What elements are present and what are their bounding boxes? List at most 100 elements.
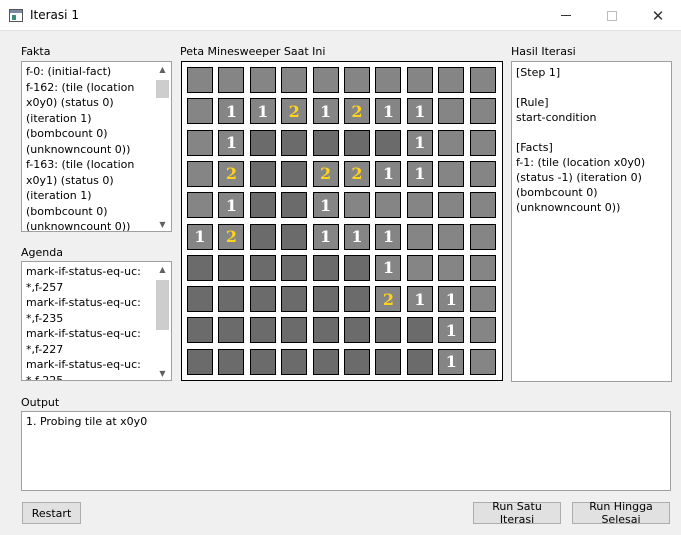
tile [249,160,276,187]
tile: 1 [312,223,339,250]
tile [281,67,308,93]
list-item: (unknowncount 0)) [26,142,131,156]
fakta-label: Fakta [21,45,51,58]
tile [249,317,276,344]
list-item [516,80,667,95]
tile [281,254,308,281]
tile: 1 [187,223,213,250]
tile: 2 [312,160,339,187]
tile: 1 [406,98,433,125]
minimize-button[interactable] [543,0,589,31]
tile: 2 [344,160,370,187]
minimize-icon [561,15,571,16]
tile [438,223,465,250]
tile: 1 [406,129,433,156]
maximize-icon [607,10,617,21]
tile [375,317,402,344]
tile [469,223,496,250]
hasil-box[interactable]: [Step 1] [Rule] start-condition [Facts] f-… [511,61,672,382]
tile [406,223,433,250]
output-label: Output [21,396,60,409]
tile [312,317,339,344]
tile: 1 [438,286,465,313]
tile [281,129,308,156]
tile: 1 [344,223,370,250]
tile [312,67,339,93]
scroll-thumb[interactable] [156,80,169,98]
hasil-label: Hasil Iterasi [511,45,576,58]
scroll-down-icon[interactable]: ▼ [154,217,171,231]
list-item: x0y1) (status 0) [26,173,114,187]
list-item: (bombcount 0) [516,186,598,199]
scroll-thumb[interactable] [156,280,169,330]
agenda-list[interactable]: mark-if-status-eq-uc: *,f-257 mark-if-stat… [21,261,172,381]
list-item: (iteration 1) [26,111,92,125]
tile [312,348,339,375]
tile [344,67,370,93]
tile [187,254,213,281]
tile: 1 [375,254,402,281]
run-until-done-button[interactable]: Run Hingga Selesai [572,500,670,526]
tile [249,223,276,250]
tile [469,348,496,375]
list-item: [Facts] [516,141,553,154]
tile: 2 [344,98,370,125]
tile [281,317,308,344]
tile [469,67,496,93]
tile: 1 [406,286,433,313]
scroll-down-icon[interactable]: ▼ [154,366,171,380]
tile [406,192,433,219]
tile [312,286,339,313]
list-item: start-condition [516,111,597,124]
list-item: (iteration 1) [26,189,92,202]
fakta-scrollbar[interactable]: ▲ ▼ [154,62,171,231]
maximize-button[interactable] [589,0,635,31]
tile [344,254,370,281]
tile: 1 [375,98,402,125]
output-box[interactable]: 1. Probing tile at x0y0 [21,411,671,491]
tile [344,286,370,313]
tile: 2 [375,286,402,313]
tile [249,286,276,313]
list-item: f-162: (tile (location [26,80,135,94]
list-item [516,125,667,140]
run-one-iteration-button[interactable]: Run Satu Iterasi [473,500,561,526]
tile: 2 [218,160,245,187]
tile [375,192,402,219]
list-item: f-163: (tile (location [26,158,135,171]
tile: 1 [406,160,433,187]
list-item: *,f-225 [26,373,64,381]
tile [187,67,213,93]
tile [187,160,213,187]
list-item: mark-if-status-eq-uc: [26,296,141,309]
tile [375,67,402,93]
tile [218,67,245,93]
tile [281,286,308,313]
scroll-up-icon[interactable]: ▲ [154,262,171,276]
tile [187,129,213,156]
tile [469,98,496,125]
tile [281,160,308,187]
tile [344,192,370,219]
tile: 2 [218,223,245,250]
agenda-lines: mark-if-status-eq-uc: *,f-257 mark-if-stat… [26,264,151,381]
tile [438,192,465,219]
list-item: f-0: (initial-fact) [26,65,112,78]
list-item: mark-if-status-eq-uc: [26,358,141,371]
restart-button[interactable]: Restart [22,502,81,524]
window-title: Iterasi 1 [30,8,79,22]
tile: 1 [438,348,465,375]
tile [249,192,276,219]
agenda-scrollbar[interactable]: ▲ ▼ [154,262,171,380]
tile [406,317,433,344]
tile [438,160,465,187]
close-button[interactable]: ✕ [635,0,681,31]
tile [469,317,496,344]
tile [187,348,213,375]
tile [281,348,308,375]
fakta-list[interactable]: f-0: (initial-fact) f-162: (tile (locatio… [21,61,172,232]
tile [281,223,308,250]
tile: 1 [312,98,339,125]
tile [249,254,276,281]
scroll-up-icon[interactable]: ▲ [154,62,171,76]
